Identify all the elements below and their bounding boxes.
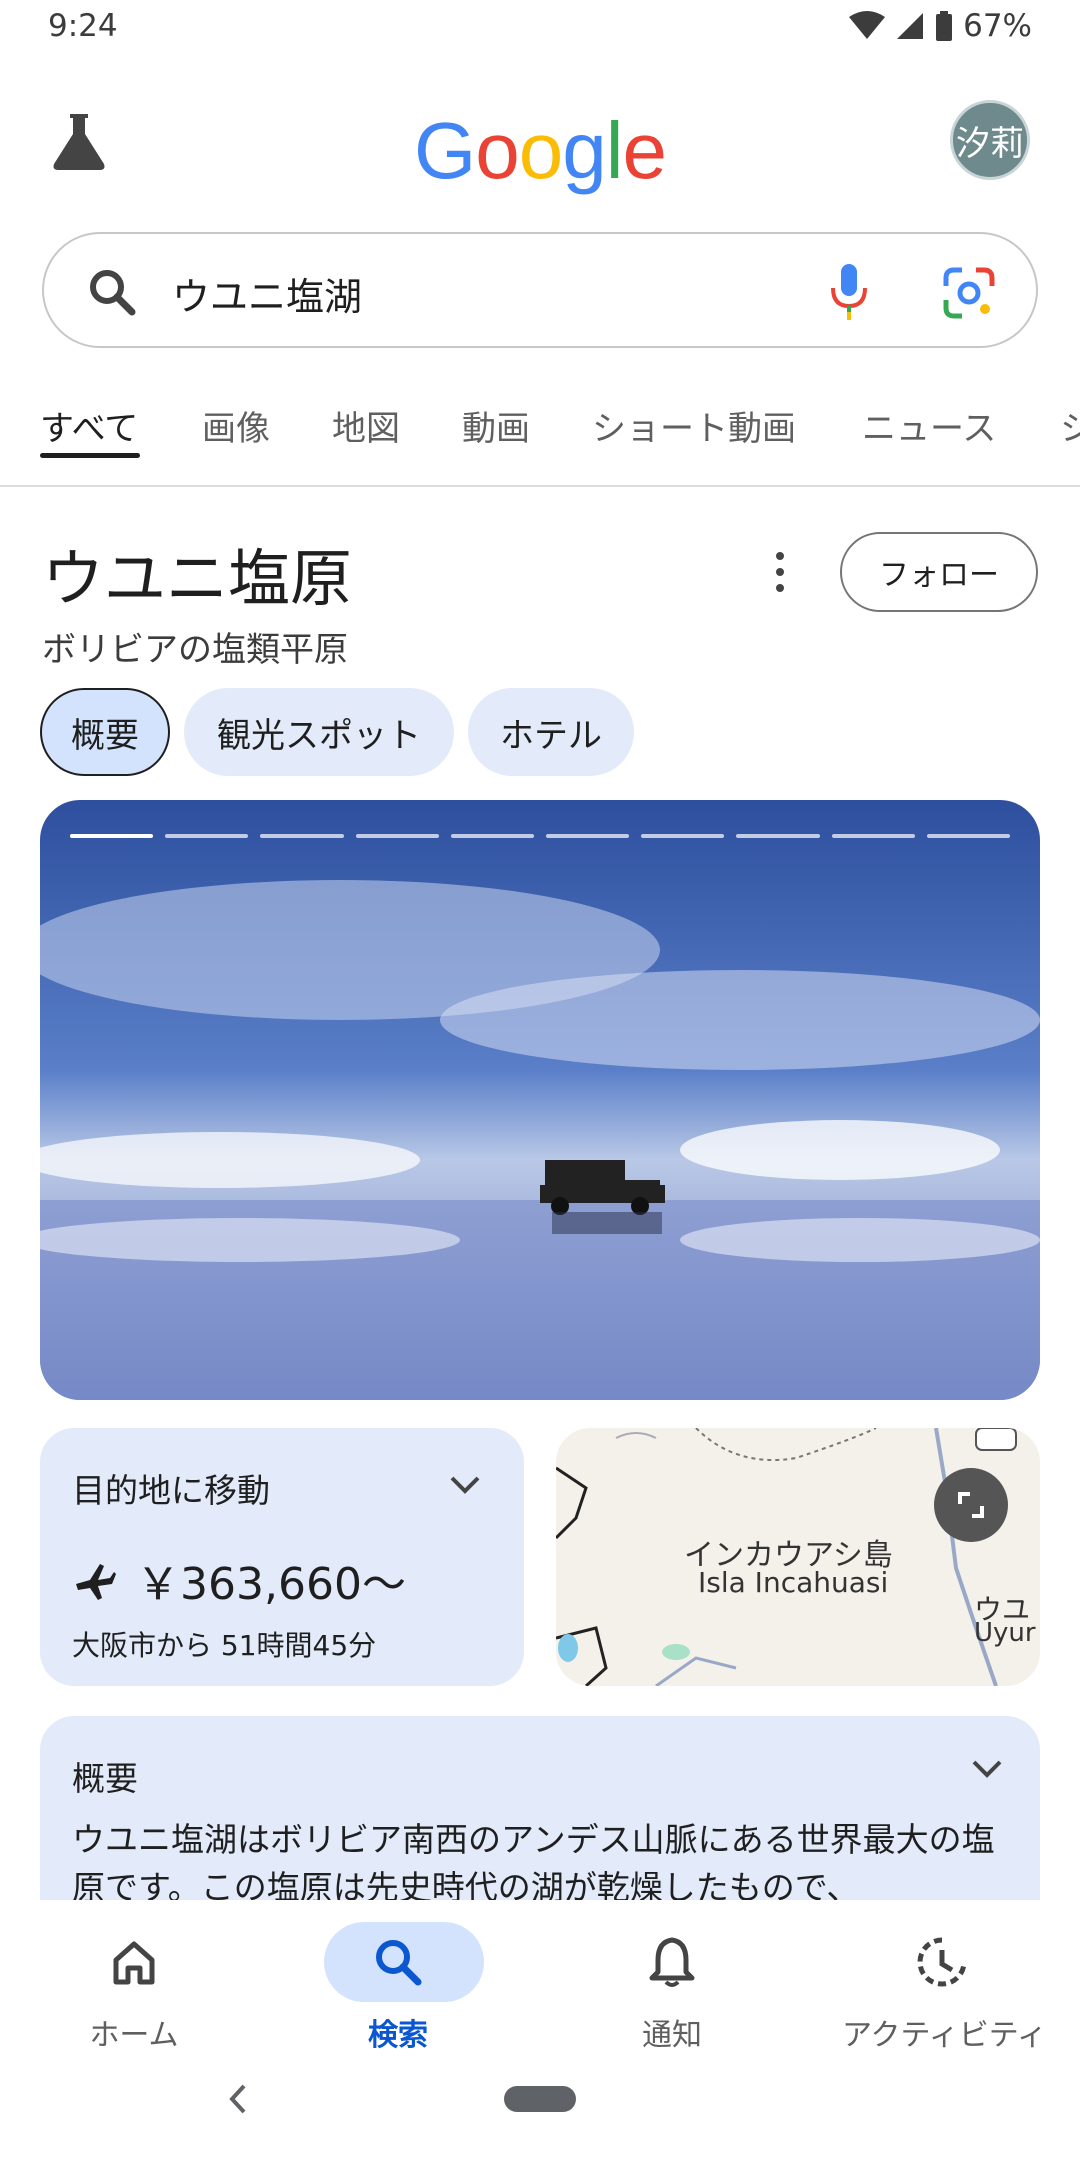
- microphone-icon[interactable]: [827, 262, 871, 322]
- search-icon: [90, 270, 136, 316]
- system-back-icon[interactable]: [224, 2082, 252, 2116]
- follow-button[interactable]: フォロー: [840, 532, 1038, 612]
- search-query[interactable]: ウユニ塩湖: [172, 266, 362, 321]
- chip-sightseeing[interactable]: 観光スポット: [184, 688, 454, 776]
- status-icons: 67%: [849, 8, 1032, 44]
- nav-notifications-label: 通知: [642, 2018, 702, 2053]
- tab-more[interactable]: シ: [1060, 401, 1080, 450]
- airplane-icon: [76, 1564, 116, 1600]
- hero-image[interactable]: [40, 800, 1040, 1400]
- tab-images[interactable]: 画像: [202, 401, 270, 450]
- system-home-handle[interactable]: [504, 2086, 576, 2112]
- page-subtitle: ボリビアの塩類平原: [42, 630, 348, 670]
- travel-label: 目的地に移動: [72, 1471, 270, 1510]
- map-place-en: Isla Incahuasi: [698, 1566, 889, 1599]
- battery-icon: [936, 11, 953, 41]
- chevron-down-icon[interactable]: [448, 1474, 482, 1496]
- more-options-icon[interactable]: [768, 550, 792, 594]
- flight-origin-duration: 大阪市から 51時間45分: [72, 1629, 377, 1662]
- search-bar[interactable]: ウユニ塩湖: [42, 232, 1038, 348]
- tab-maps[interactable]: 地図: [332, 401, 400, 450]
- bottom-navigation: ホーム 検索 通知 アクティビティ: [0, 1900, 1080, 2160]
- overview-card[interactable]: 概要 ウユニ塩湖はボリビア南西のアンデス山脈にある世界最大の塩原です。この塩原は…: [40, 1716, 1040, 1926]
- account-avatar[interactable]: 汐莉: [950, 100, 1030, 180]
- expand-map-icon[interactable]: [934, 1468, 1008, 1542]
- tab-all[interactable]: すべて: [40, 401, 138, 450]
- activity-icon: [902, 1922, 982, 2002]
- tab-videos[interactable]: 動画: [462, 401, 530, 450]
- travel-card[interactable]: 目的地に移動 ￥363,660〜 大阪市から 51時間45分: [40, 1428, 524, 1686]
- nav-search[interactable]: 検索: [298, 1922, 498, 2054]
- tab-news[interactable]: ニュース: [862, 401, 996, 450]
- nav-notifications[interactable]: 通知: [572, 1922, 772, 2054]
- google-logo: Google: [413, 106, 667, 195]
- status-time: 9:24: [48, 8, 118, 44]
- overview-text: ウユニ塩湖はボリビア南西のアンデス山脈にある世界最大の塩原です。この塩原は先史時…: [72, 1820, 995, 1907]
- wifi-icon: [849, 11, 886, 39]
- home-icon: [94, 1922, 174, 2002]
- search-icon: [358, 1922, 438, 2002]
- nav-search-label: 検索: [368, 2018, 428, 2053]
- story-progress: [70, 834, 1011, 840]
- page-title: ウユニ塩原: [42, 542, 353, 615]
- chevron-down-icon[interactable]: [970, 1758, 1004, 1780]
- signal-icon: [897, 13, 924, 39]
- nav-home-label: ホーム: [89, 2018, 179, 2053]
- chip-overview[interactable]: 概要: [40, 688, 170, 776]
- nav-activity-label: アクティビティ: [842, 2018, 1047, 2053]
- bell-icon: [632, 1922, 712, 2002]
- battery-percent: 67%: [963, 8, 1032, 44]
- nav-activity[interactable]: アクティビティ: [842, 1922, 1047, 2054]
- map-thumbnail[interactable]: インカウアシ島 Isla Incahuasi ウユ Uyur: [556, 1428, 1040, 1686]
- google-lens-icon[interactable]: [942, 266, 996, 320]
- flight-price: ￥363,660〜: [136, 1559, 406, 1610]
- chip-hotels[interactable]: ホテル: [468, 688, 634, 776]
- status-bar: 9:24 67%: [0, 0, 1080, 58]
- map-edge-en: Uyur: [974, 1618, 1036, 1648]
- overview-label: 概要: [72, 1759, 138, 1798]
- tab-short-videos[interactable]: ショート動画: [592, 401, 796, 450]
- active-tab-indicator: [40, 453, 140, 458]
- search-tabs: すべて 画像 地図 動画 ショート動画 ニュース シ: [0, 395, 1080, 487]
- nav-home[interactable]: ホーム: [34, 1922, 234, 2054]
